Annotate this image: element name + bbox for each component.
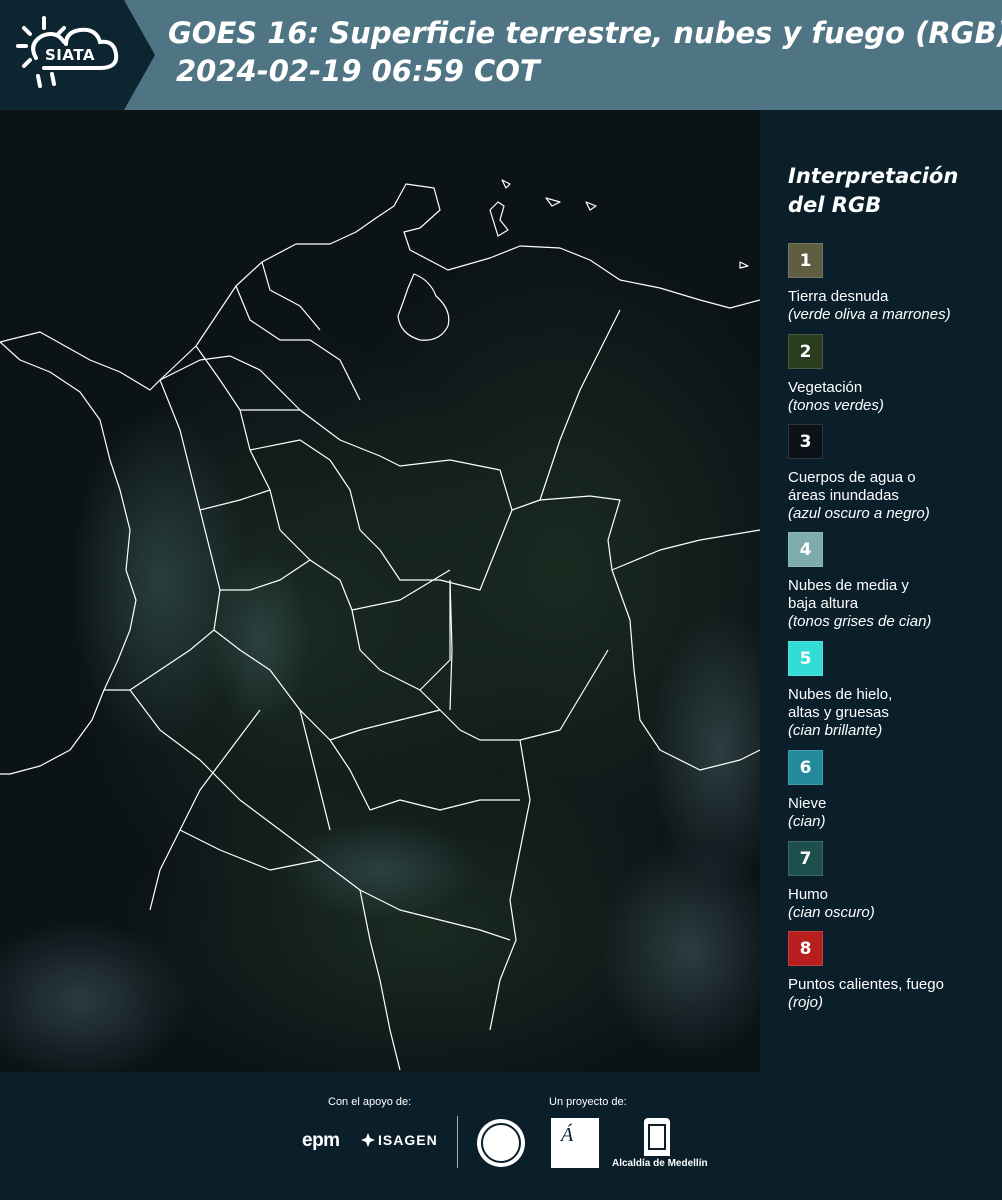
legend-swatch: 8 — [788, 931, 823, 966]
legend-swatch: 5 — [788, 641, 823, 676]
page-title: GOES 16: Superficie terrestre, nubes y f… — [168, 14, 1002, 90]
legend-label: Vegetación — [788, 379, 1000, 397]
legend-swatch: 1 — [788, 243, 823, 278]
legend-swatch: 4 — [788, 532, 823, 567]
legend-label-line: Tierra desnuda — [788, 288, 889, 305]
footer: Con el apoyo de: Un proyecto de: epm ISA… — [0, 1072, 1002, 1200]
legend-label-line: Nubes de media y — [788, 577, 909, 594]
legend-label-line: Cuerpos de agua o — [788, 469, 916, 486]
legend-description: (cian brillante) — [788, 722, 883, 739]
legend-item-ice-clouds: 5 Nubes de hielo, altas y gruesas (cian … — [788, 641, 1000, 740]
legend-item-snow: 6 Nieve (cian) — [788, 750, 1000, 831]
map-canvas — [0, 110, 760, 1072]
isagen-text: ISAGEN — [378, 1132, 438, 1148]
legend-swatch: 6 — [788, 750, 823, 785]
siata-logo: SIATA — [0, 0, 155, 110]
legend-item-vegetation: 2 Vegetación (tonos verdes) — [788, 334, 1000, 415]
satellite-map[interactable] — [0, 110, 760, 1072]
legend-swatch: 2 — [788, 334, 823, 369]
title-line-1: GOES 16: Superficie terrestre, nubes y f… — [168, 16, 1002, 50]
legend-item-water: 3 Cuerpos de agua o áreas inundadas (azu… — [788, 424, 1000, 523]
alcaldia-medellin-logo: Alcaldía de Medellín — [612, 1158, 708, 1169]
alcaldia-crest-icon — [644, 1118, 670, 1156]
legend-item-fire: 8 Puntos calientes, fuego (rojo) — [788, 931, 1000, 1012]
footer-divider — [457, 1116, 458, 1168]
legend-panel: Interpretación del RGB 1 Tierra desnuda … — [775, 110, 1002, 1070]
logo-text: SIATA — [45, 46, 96, 64]
seal-ring-icon — [481, 1123, 521, 1163]
title-timestamp: 2024-02-19 06:59 COT — [176, 54, 540, 88]
legend-label-line: áreas inundadas — [788, 487, 899, 504]
medellin-seal-logo — [477, 1119, 525, 1167]
legend-label-line: Vegetación — [788, 379, 863, 396]
legend-label: Humo — [788, 886, 1000, 904]
legend-title: Interpretación del RGB — [788, 162, 998, 220]
legend-item-smoke: 7 Humo (cian oscuro) — [788, 841, 1000, 922]
legend-description: (tonos grises de cian) — [788, 613, 932, 630]
project-label: Un proyecto de: — [549, 1096, 627, 1108]
area-metropolitana-logo: Á — [551, 1118, 599, 1168]
isagen-mark-icon — [361, 1133, 375, 1147]
legend-label-line: Nieve — [788, 795, 827, 812]
legend-title-line-2: del RGB — [788, 193, 882, 217]
legend-label: Nubes de hielo, altas y gruesas — [788, 686, 1000, 722]
legend-label: Tierra desnuda — [788, 288, 1000, 306]
legend-item-low-clouds: 4 Nubes de media y baja altura (tonos gr… — [788, 532, 1000, 631]
legend-label-line: Humo — [788, 886, 829, 903]
legend-label: Nubes de media y baja altura — [788, 577, 1000, 613]
legend-label: Cuerpos de agua o áreas inundadas — [788, 469, 1000, 505]
legend-label-line: baja altura — [788, 595, 859, 612]
legend-label: Nieve — [788, 795, 1000, 813]
legend-description: (cian oscuro) — [788, 904, 875, 921]
header: SIATA GOES 16: Superficie terrestre, nub… — [0, 0, 1002, 110]
legend-description: (azul oscuro a negro) — [788, 505, 930, 522]
legend-description: (rojo) — [788, 994, 824, 1011]
legend-description: (verde oliva a marrones) — [788, 306, 951, 323]
legend-label-line: Puntos calientes, fuego — [788, 976, 944, 993]
legend-label-line: Nubes de hielo, — [788, 686, 893, 703]
cloud-south — [280, 820, 480, 920]
crest-frame-icon — [648, 1124, 666, 1150]
legend-label-line: altas y gruesas — [788, 704, 889, 721]
legend-description: (cian) — [788, 813, 826, 830]
epm-logo: epm — [302, 1130, 340, 1151]
legend-item-bare-land: 1 Tierra desnuda (verde oliva a marrones… — [788, 243, 1000, 324]
legend-title-line-1: Interpretación — [788, 164, 959, 188]
legend-description: (tonos verdes) — [788, 397, 884, 414]
legend-swatch: 3 — [788, 424, 823, 459]
legend-label: Puntos calientes, fuego — [788, 976, 1000, 994]
isagen-logo: ISAGEN — [360, 1132, 438, 1148]
area-logo-mark: Á — [561, 1124, 574, 1146]
legend-swatch: 7 — [788, 841, 823, 876]
support-label: Con el apoyo de: — [328, 1096, 412, 1108]
